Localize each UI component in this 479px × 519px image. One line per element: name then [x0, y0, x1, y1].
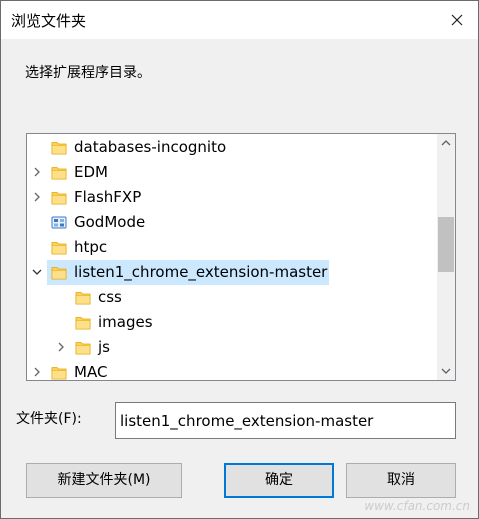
tree-item[interactable]: js — [27, 335, 437, 360]
tree-item-label: MAC — [74, 363, 108, 381]
tree-item[interactable]: images — [27, 310, 437, 335]
chevron-right-icon[interactable] — [55, 341, 67, 353]
tree-item[interactable]: htpc — [27, 235, 437, 260]
folder-icon — [75, 314, 91, 331]
scroll-down-button[interactable] — [437, 362, 455, 380]
chevron-right-icon[interactable] — [31, 166, 43, 178]
folder-icon — [51, 164, 67, 181]
tree-item[interactable]: css — [27, 285, 437, 310]
browse-folder-dialog: 浏览文件夹 选择扩展程序目录。 databases-incognito EDM Fl… — [0, 0, 479, 519]
tree-item[interactable]: listen1_chrome_extension-master — [27, 260, 437, 285]
chevron-right-icon[interactable] — [31, 191, 43, 203]
tree-item-label: js — [98, 338, 110, 356]
tree-item[interactable]: EDM — [27, 160, 437, 185]
watermark: www.cfan.com.cn — [364, 499, 470, 513]
vertical-scrollbar[interactable] — [437, 134, 455, 380]
tree-item[interactable]: MAC — [27, 360, 437, 381]
folder-tree-list: databases-incognito EDM FlashFXP GodMode htp… — [27, 134, 437, 380]
folder-icon — [75, 289, 91, 306]
tree-item[interactable]: databases-incognito — [27, 135, 437, 160]
folder-icon — [75, 339, 91, 356]
chevron-down-icon[interactable] — [31, 266, 43, 278]
ok-button[interactable]: 确定 — [224, 463, 334, 498]
folder-icon — [51, 189, 67, 206]
cancel-button[interactable]: 取消 — [346, 463, 456, 498]
close-icon — [451, 14, 463, 26]
folder-tree[interactable]: databases-incognito EDM FlashFXP GodMode htp… — [26, 133, 456, 381]
folder-label: 文件夹(F): — [16, 411, 82, 427]
tree-item-label: databases-incognito — [74, 138, 227, 156]
close-button[interactable] — [444, 7, 470, 33]
tree-item[interactable]: GodMode — [27, 210, 437, 235]
window-title: 浏览文件夹 — [11, 12, 87, 30]
control-panel-icon — [51, 214, 67, 231]
new-folder-button[interactable]: 新建文件夹(M) — [26, 463, 182, 498]
tree-item-label: listen1_chrome_extension-master — [74, 263, 328, 281]
tree-item-label: css — [98, 288, 122, 306]
folder-icon — [51, 264, 67, 281]
scroll-up-button[interactable] — [437, 134, 455, 152]
folder-path-input[interactable] — [115, 402, 456, 439]
tree-item-label: FlashFXP — [74, 188, 142, 206]
dialog-prompt: 选择扩展程序目录。 — [25, 65, 151, 81]
tree-item-label: htpc — [74, 238, 108, 256]
tree-item-label: GodMode — [74, 213, 146, 231]
folder-icon — [51, 239, 67, 256]
title-bar: 浏览文件夹 — [1, 1, 478, 39]
tree-item-label: images — [98, 313, 153, 331]
chevron-down-icon — [441, 368, 451, 374]
folder-icon — [51, 364, 67, 380]
tree-item[interactable]: FlashFXP — [27, 185, 437, 210]
folder-icon — [51, 139, 67, 156]
tree-item-label: EDM — [74, 163, 108, 181]
scrollbar-thumb[interactable] — [438, 217, 454, 272]
chevron-right-icon[interactable] — [31, 366, 43, 378]
chevron-up-icon — [441, 140, 451, 146]
